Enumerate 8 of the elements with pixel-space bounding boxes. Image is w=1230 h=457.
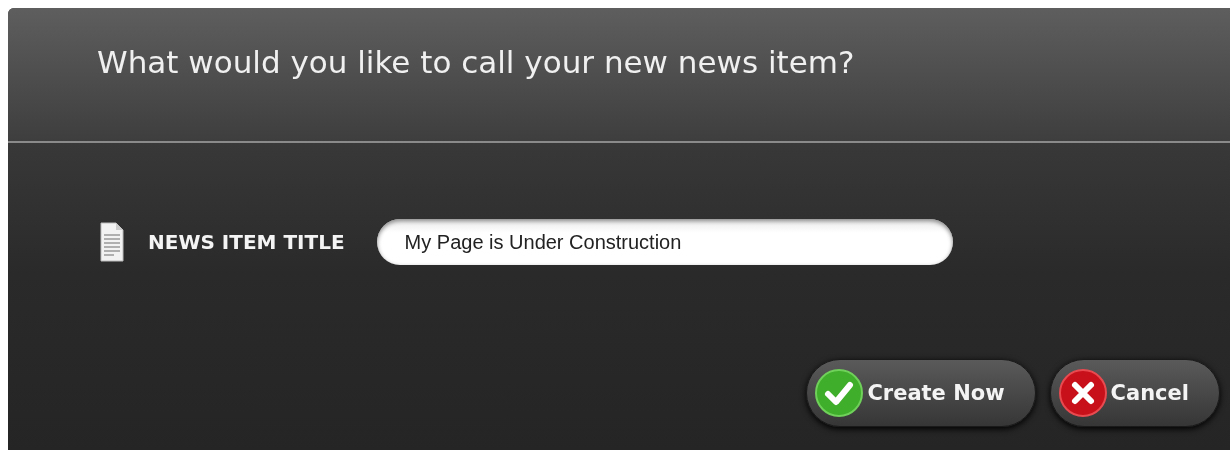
document-icon bbox=[100, 222, 124, 262]
checkmark-icon bbox=[815, 369, 864, 417]
title-input[interactable]: My Page is Under Construction bbox=[376, 219, 953, 265]
cancel-button[interactable]: Cancel bbox=[1049, 359, 1220, 427]
close-icon bbox=[1058, 369, 1107, 417]
create-button[interactable]: Create Now bbox=[806, 359, 1036, 427]
dialog-title: What would you like to call your new news item? bbox=[97, 44, 856, 80]
field-label: NEWS ITEM TITLE bbox=[148, 230, 345, 254]
